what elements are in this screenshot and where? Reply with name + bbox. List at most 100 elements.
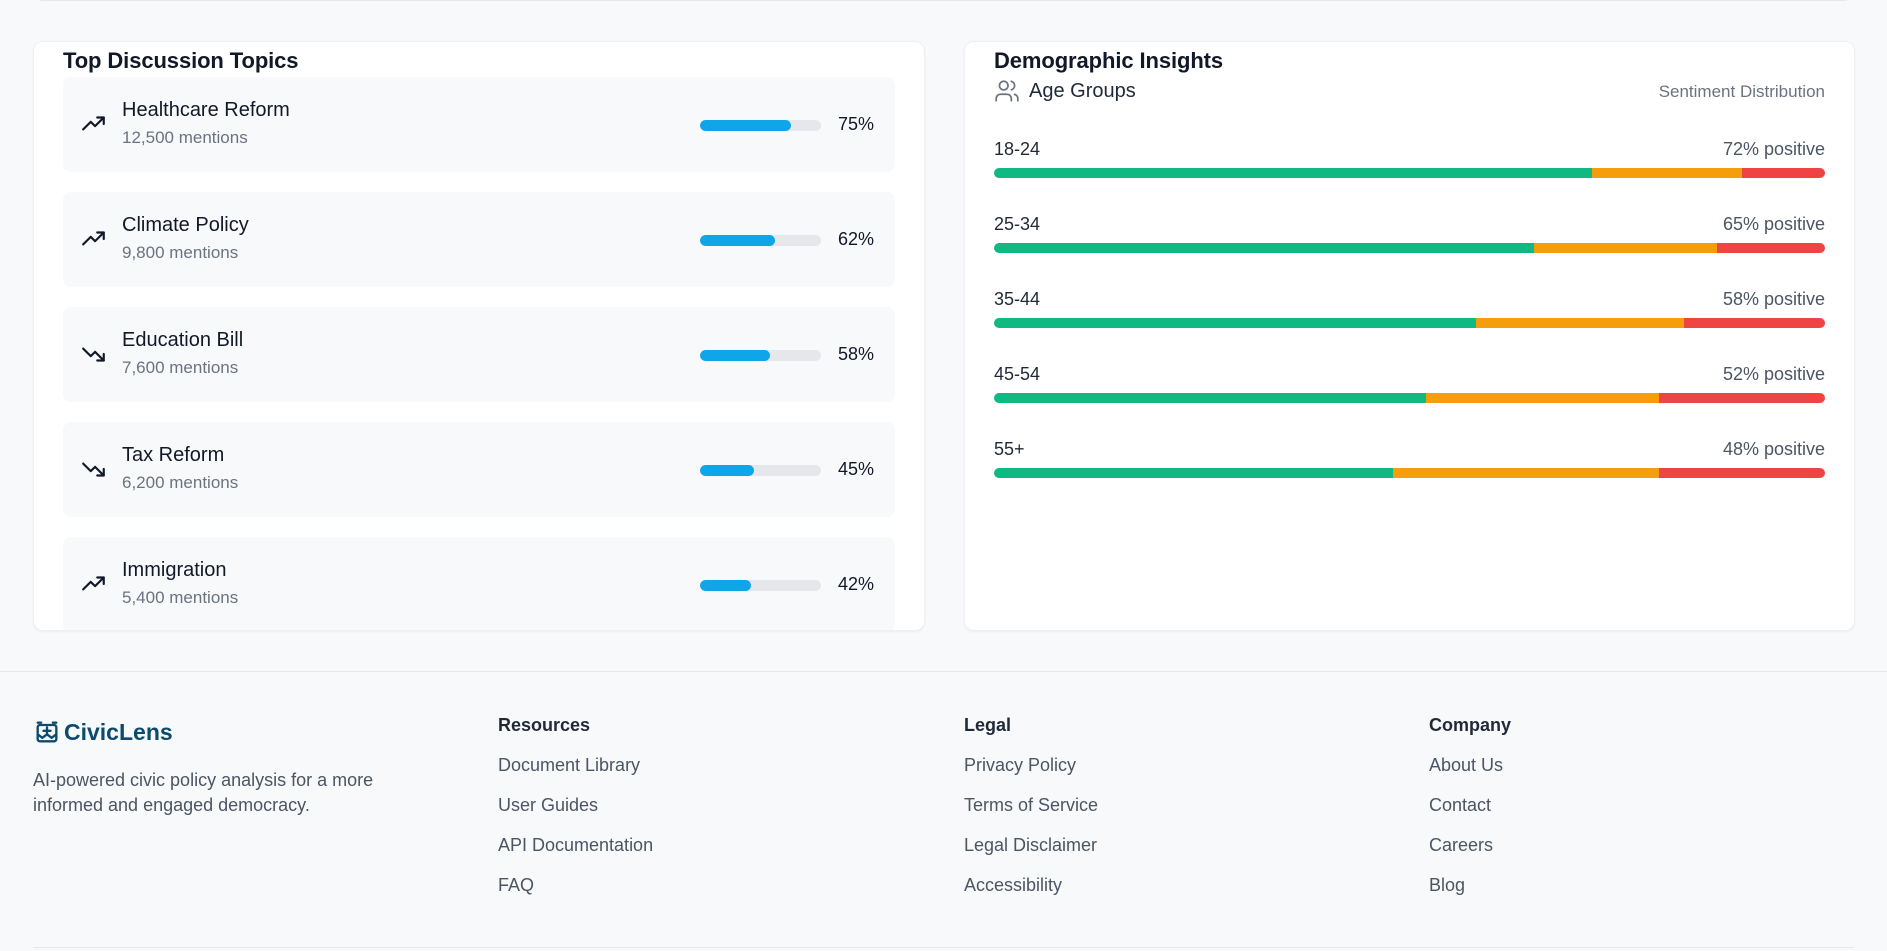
topic-mentions: 5,400 mentions [122, 588, 239, 607]
positive-segment [994, 393, 1427, 403]
age-group-label: 55+ [994, 439, 1025, 459]
age-group-list: 18-24 72% positive 25-34 65% positive 35-44 5… [994, 139, 1825, 514]
positive-segment [994, 168, 1593, 178]
topic-progress-fill [700, 235, 776, 246]
top-discussion-topics-card: Top Discussion Topics Healthcare Reform 1… [33, 41, 925, 631]
topic-progress-fill [700, 350, 771, 361]
positive-segment [994, 468, 1393, 478]
topic-percent: 58% [837, 344, 874, 364]
sentiment-bar [994, 243, 1825, 253]
footer-company-column: Company About Us Contact Careers Blog [1429, 715, 1511, 914]
topic-progress-track [700, 120, 821, 131]
trending-down-icon [82, 347, 105, 362]
neutral-segment [1426, 393, 1659, 403]
topic-name: Education Bill [122, 329, 244, 351]
negative-segment [1716, 243, 1825, 253]
topic-mentions: 9,800 mentions [122, 243, 239, 262]
footer-resources-column: Resources Document Library User Guides A… [498, 715, 653, 914]
topic-name: Immigration [122, 559, 227, 581]
footer-link-blog[interactable]: Blog [1429, 874, 1511, 914]
negative-segment [1741, 168, 1825, 178]
neutral-segment [1592, 168, 1742, 178]
age-group-row: 35-44 58% positive [994, 289, 1825, 364]
positive-segment [994, 318, 1476, 328]
sentiment-bar [994, 168, 1825, 178]
age-groups-header: Age Groups [994, 78, 1136, 104]
demographics-title: Demographic Insights [994, 48, 1224, 73]
footer-link-accessibility[interactable]: Accessibility [964, 874, 1098, 914]
resources-heading: Resources [498, 715, 591, 735]
age-group-positive: 72% positive [1722, 139, 1825, 159]
topic-mentions: 12,500 mentions [122, 128, 248, 147]
topic-item[interactable]: Tax Reform 6,200 mentions 45% [63, 422, 895, 517]
topic-mentions: 6,200 mentions [122, 473, 239, 492]
footer-brand[interactable]: CivicLens [33, 718, 173, 746]
positive-segment [994, 243, 1535, 253]
age-group-label: 18-24 [994, 139, 1041, 159]
topic-progress-track [700, 350, 821, 361]
topic-name: Healthcare Reform [122, 99, 290, 121]
topic-percent: 75% [837, 114, 874, 134]
negative-segment [1658, 468, 1825, 478]
footer-link-contact[interactable]: Contact [1429, 794, 1511, 834]
users-icon [995, 80, 1019, 102]
sentiment-distribution-label: Sentiment Distribution [1658, 82, 1825, 101]
footer-link-faq[interactable]: FAQ [498, 874, 653, 914]
topic-progress-fill [700, 120, 791, 131]
sentiment-bar [994, 318, 1825, 328]
footer-tagline: AI-powered civic policy analysis for a m… [33, 770, 374, 815]
topic-item[interactable]: Climate Policy 9,800 mentions 62% [63, 192, 895, 287]
age-groups-label: Age Groups [1029, 79, 1136, 102]
footer-link-terms-of-service[interactable]: Terms of Service [964, 794, 1098, 834]
footer-link-user-guides[interactable]: User Guides [498, 794, 653, 834]
neutral-segment [1392, 468, 1659, 478]
sentiment-bar [994, 393, 1825, 403]
negative-segment [1658, 393, 1825, 403]
footer-link-document-library[interactable]: Document Library [498, 754, 653, 794]
age-group-label: 35-44 [994, 289, 1041, 309]
topic-percent: 42% [837, 574, 874, 594]
topics-title: Top Discussion Topics [63, 48, 299, 73]
topic-item[interactable]: Healthcare Reform 12,500 mentions 75% [63, 77, 895, 172]
age-group-row: 25-34 65% positive [994, 214, 1825, 289]
brand-name: CivicLens [64, 718, 173, 745]
topic-name: Climate Policy [122, 214, 249, 236]
footer-link-legal-disclaimer[interactable]: Legal Disclaimer [964, 834, 1098, 874]
age-group-positive: 65% positive [1722, 214, 1825, 234]
footer-legal-column: Legal Privacy Policy Terms of Service Le… [964, 715, 1098, 914]
topic-percent: 45% [837, 459, 874, 479]
age-group-row: 18-24 72% positive [994, 139, 1825, 214]
topic-mentions: 7,600 mentions [122, 358, 239, 377]
topic-progress-fill [700, 465, 755, 476]
topic-name: Tax Reform [122, 444, 225, 466]
topic-item[interactable]: Immigration 5,400 mentions 42% [63, 537, 895, 630]
negative-segment [1683, 318, 1825, 328]
top-card-edge [33, 0, 1854, 1]
demographic-insights-card: Demographic Insights Age Groups Sentimen… [964, 41, 1855, 631]
age-group-positive: 58% positive [1722, 289, 1825, 309]
topic-progress-track [700, 580, 821, 591]
age-group-row: 45-54 52% positive [994, 364, 1825, 439]
topic-item[interactable]: Education Bill 7,600 mentions 58% [63, 307, 895, 402]
company-heading: Company [1429, 715, 1512, 735]
footer: CivicLens AI-powered civic policy analys… [0, 671, 1887, 951]
age-group-label: 45-54 [994, 364, 1041, 384]
legal-heading: Legal [964, 715, 1012, 735]
topic-percent: 62% [837, 229, 874, 249]
sentiment-bar [994, 468, 1825, 478]
footer-divider [33, 947, 1854, 948]
age-group-positive: 52% positive [1722, 364, 1825, 384]
age-group-positive: 48% positive [1722, 439, 1825, 459]
age-group-label: 25-34 [994, 214, 1041, 234]
footer-link-privacy-policy[interactable]: Privacy Policy [964, 754, 1098, 794]
topic-list: Healthcare Reform 12,500 mentions 75% Clima… [63, 77, 895, 630]
civiclens-logo-icon [36, 721, 58, 743]
topic-progress-track [700, 235, 821, 246]
footer-link-about-us[interactable]: About Us [1429, 754, 1511, 794]
footer-link-careers[interactable]: Careers [1429, 834, 1511, 874]
neutral-segment [1475, 318, 1684, 328]
trending-up-icon [82, 231, 105, 246]
neutral-segment [1534, 243, 1717, 253]
footer-link-api-documentation[interactable]: API Documentation [498, 834, 653, 874]
age-group-row: 55+ 48% positive [994, 439, 1825, 514]
